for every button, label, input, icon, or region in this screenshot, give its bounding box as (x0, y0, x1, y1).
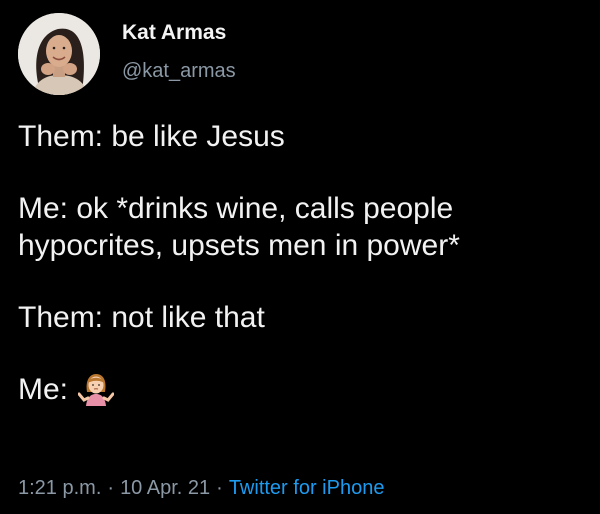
tweet-line: hypocrites, upsets men in power* (18, 229, 460, 262)
tweet-line: Me: (18, 371, 588, 408)
tweet-source-link[interactable]: Twitter for iPhone (229, 477, 385, 499)
tweet-line: Them: not like that (18, 301, 265, 334)
tweet-header: Kat Armas @kat_armas (18, 12, 236, 96)
display-name[interactable]: Kat Armas (122, 20, 236, 46)
tweet-date[interactable]: 10 Apr. 21 (120, 477, 210, 499)
avatar-photo-icon (18, 13, 100, 95)
meta-separator: · (107, 477, 115, 499)
tweet-time[interactable]: 1:21 p.m. (18, 477, 101, 499)
author-info: Kat Armas @kat_armas (122, 20, 236, 83)
tweet-line: Them: be like Jesus (18, 120, 285, 153)
user-handle[interactable]: @kat_armas (122, 59, 236, 83)
tweet-card: Kat Armas @kat_armas Them: be like Jesus… (0, 0, 600, 514)
tweet-line: Me: ok *drinks wine, calls people (18, 192, 454, 225)
avatar[interactable] (18, 13, 100, 95)
tweet-meta: 1:21 p.m. · 10 Apr. 21 · Twitter for iPhone (18, 476, 384, 500)
person-shrugging-emoji-icon (77, 370, 115, 406)
meta-separator: · (216, 477, 223, 499)
tweet-text: Them: be like Jesus Me: ok *drinks wine,… (18, 118, 588, 408)
tweet-line-text: Me: (18, 373, 69, 406)
